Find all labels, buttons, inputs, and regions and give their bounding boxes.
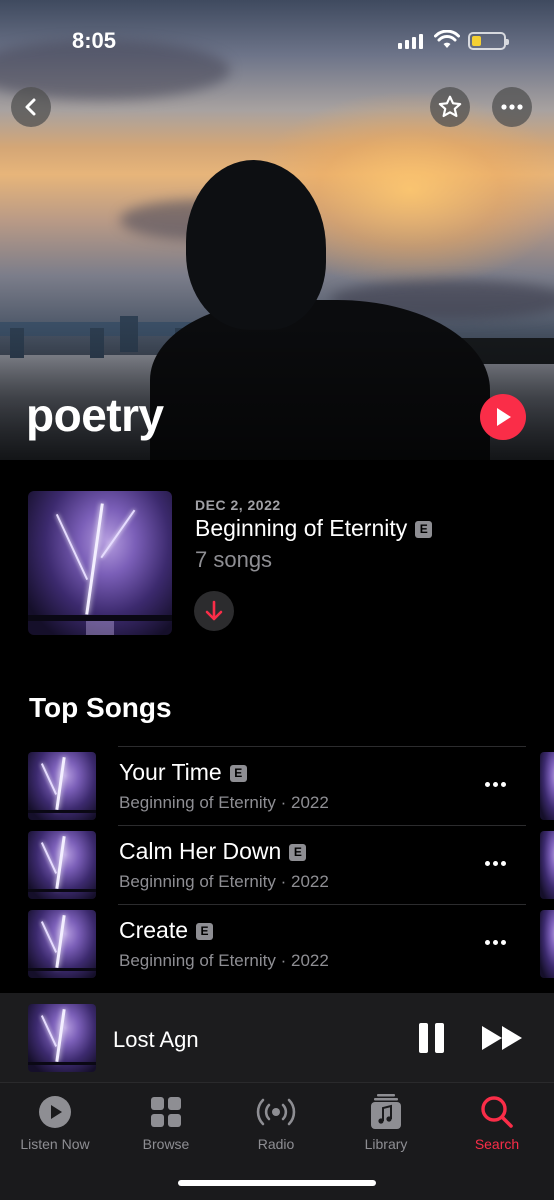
song-title: Your Time xyxy=(119,759,222,785)
song-title: Create xyxy=(119,917,189,943)
song-title-row: Create E xyxy=(119,917,214,944)
status-time: 8:05 xyxy=(72,28,117,53)
divider xyxy=(118,746,526,747)
song-row[interactable]: Your Time E Beginning of Eternity · 2022 xyxy=(0,746,554,825)
release-title-row[interactable]: Beginning of Eternity E xyxy=(195,515,433,542)
mini-player[interactable]: Lost Agn xyxy=(0,993,554,1082)
tab-listen-now[interactable]: Listen Now xyxy=(0,1093,110,1152)
artist-name: poetry xyxy=(26,389,164,441)
favorite-button[interactable] xyxy=(430,87,470,127)
library-icon xyxy=(371,1094,401,1129)
next-column-artwork[interactable] xyxy=(540,831,554,899)
song-row[interactable]: Create E Beginning of Eternity · 2022 xyxy=(0,904,554,983)
explicit-badge: E xyxy=(229,765,247,783)
song-artwork xyxy=(28,752,96,820)
song-artwork xyxy=(28,910,96,978)
play-icon xyxy=(497,408,511,426)
explicit-badge: E xyxy=(196,923,214,941)
forward-icon xyxy=(482,1026,522,1050)
song-subtitle: Beginning of Eternity · 2022 xyxy=(119,872,329,891)
release-title: Beginning of Eternity xyxy=(195,515,408,541)
tab-label: Browse xyxy=(142,1136,190,1152)
song-more-button[interactable] xyxy=(480,930,510,954)
album-artwork[interactable] xyxy=(28,491,172,635)
ellipsis-icon xyxy=(501,104,523,110)
song-subtitle: Beginning of Eternity · 2022 xyxy=(119,951,329,970)
next-column-artwork[interactable] xyxy=(540,752,554,820)
release-date: DEC 2, 2022 xyxy=(195,497,281,513)
play-circle-icon xyxy=(39,1096,71,1128)
tab-label: Library xyxy=(364,1136,408,1152)
song-title-row: Your Time E xyxy=(119,759,247,786)
song-subtitle: Beginning of Eternity · 2022 xyxy=(119,793,329,812)
tab-search[interactable]: Search xyxy=(442,1093,552,1152)
song-title: Calm Her Down xyxy=(119,838,282,864)
explicit-badge: E xyxy=(415,521,433,539)
song-row[interactable]: Calm Her Down E Beginning of Eternity · 2… xyxy=(0,825,554,904)
release-song-count: 7 songs xyxy=(195,547,273,572)
star-icon xyxy=(438,95,462,118)
grid-icon xyxy=(151,1097,181,1127)
arrow-down-icon xyxy=(205,600,223,621)
pause-button[interactable] xyxy=(419,1023,445,1053)
divider xyxy=(118,904,526,905)
tab-label: Listen Now xyxy=(20,1136,90,1152)
radio-waves-icon xyxy=(256,1098,296,1126)
song-title-row: Calm Her Down E xyxy=(119,838,307,865)
top-songs-heading[interactable]: Top Songs xyxy=(29,692,172,724)
download-button[interactable] xyxy=(194,591,234,631)
back-button[interactable] xyxy=(11,87,51,127)
explicit-badge: E xyxy=(289,844,307,862)
more-options-button[interactable] xyxy=(492,87,532,127)
home-indicator[interactable] xyxy=(178,1180,376,1186)
search-icon xyxy=(481,1096,513,1128)
song-more-button[interactable] xyxy=(480,851,510,875)
now-playing-title: Lost Agn xyxy=(113,1027,199,1052)
tab-label: Radio xyxy=(257,1136,295,1152)
divider xyxy=(118,825,526,826)
cellular-signal-icon xyxy=(398,34,423,49)
tab-radio[interactable]: Radio xyxy=(221,1093,331,1152)
now-playing-artwork xyxy=(28,1004,96,1072)
pause-icon xyxy=(419,1023,428,1053)
tab-library[interactable]: Library xyxy=(331,1093,441,1152)
play-artist-button[interactable] xyxy=(480,394,526,440)
song-more-button[interactable] xyxy=(480,772,510,796)
battery-fill xyxy=(472,36,481,46)
skip-forward-button[interactable] xyxy=(480,1023,526,1058)
battery-icon xyxy=(468,32,509,50)
next-column-artwork[interactable] xyxy=(540,910,554,978)
song-artwork xyxy=(28,831,96,899)
tab-browse[interactable]: Browse xyxy=(111,1093,221,1152)
tab-label: Search xyxy=(474,1136,520,1152)
wifi-icon xyxy=(434,29,460,55)
chevron-left-icon xyxy=(25,98,36,116)
